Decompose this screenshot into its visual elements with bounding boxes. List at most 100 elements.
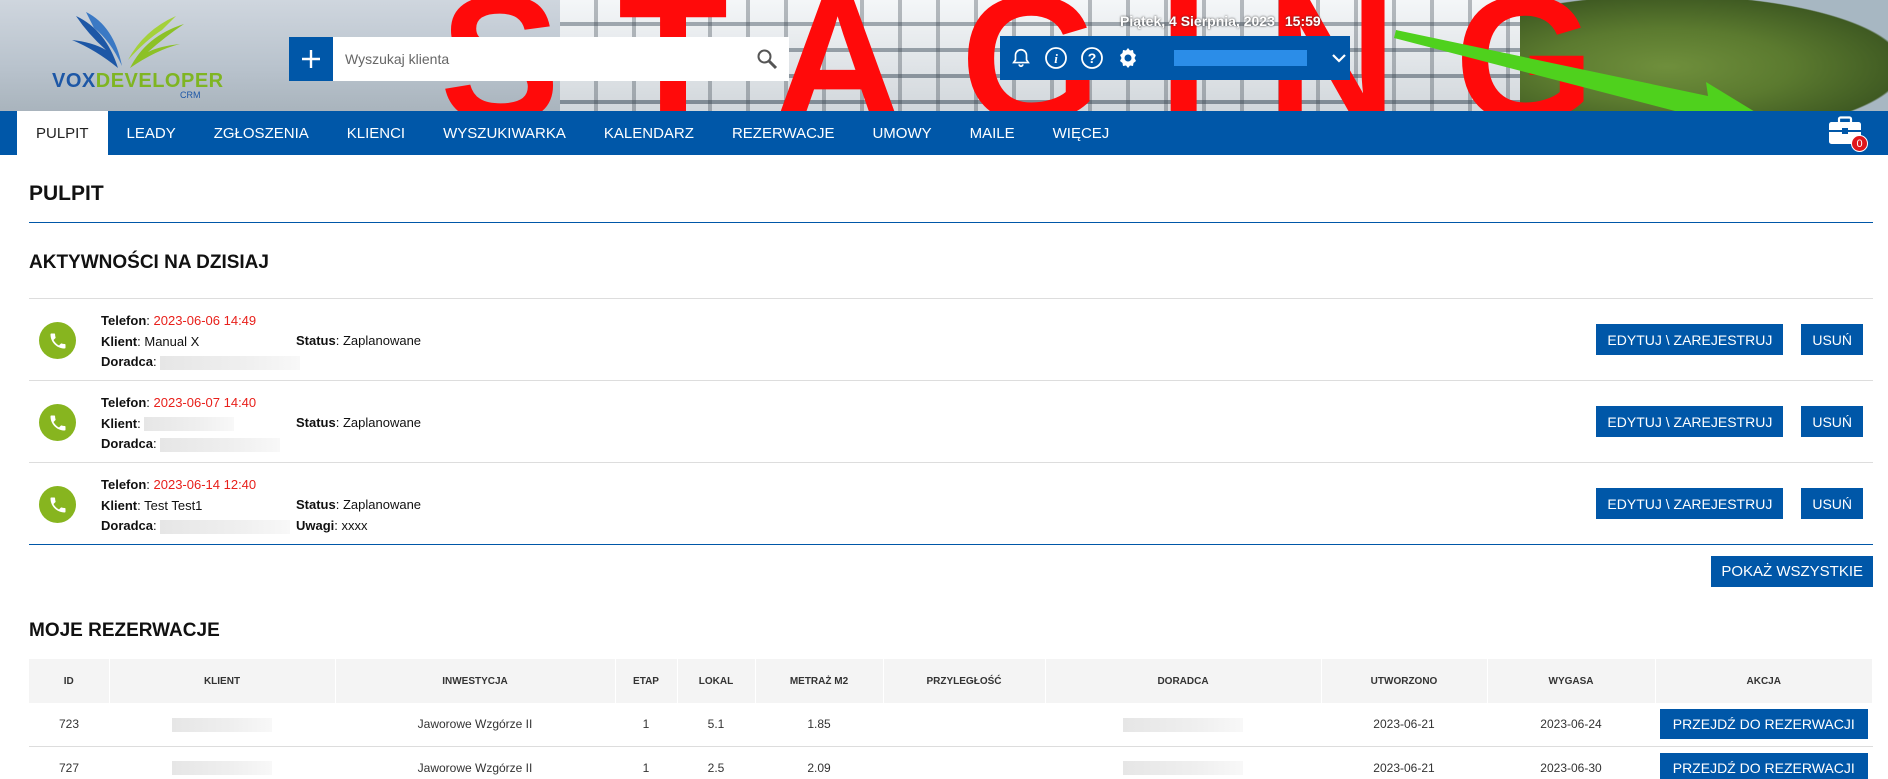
activity-datetime: 2023-06-06 14:49 xyxy=(153,313,257,328)
column-header-id[interactable]: ID xyxy=(29,659,110,703)
client-label: Klient xyxy=(101,497,138,513)
nav-item-wiecej[interactable]: WIĘCEJ xyxy=(1034,111,1129,155)
logo-text-vox: VOX xyxy=(52,70,96,92)
activity-item: Telefon: 2023-06-14 12:40 Klient: Test T… xyxy=(29,463,1873,545)
settings-gear-icon[interactable] xyxy=(1116,46,1140,70)
column-header-expires[interactable]: WYGASA xyxy=(1487,659,1656,703)
nav-item-klienci[interactable]: KLIENCI xyxy=(328,111,424,155)
delete-button[interactable]: USUŃ xyxy=(1801,406,1863,437)
client-label: Klient xyxy=(101,333,138,349)
show-all-button[interactable]: POKAŻ WSZYSTKIE xyxy=(1711,556,1873,587)
column-header-investment[interactable]: INWESTYCJA xyxy=(335,659,616,703)
table-row: 727 Jaworowe Wzgórze II 1 2.5 2.09 2023-… xyxy=(29,746,1873,779)
go-to-reservation-button[interactable]: PRZEJDŹ DO REZERWACJI xyxy=(1659,709,1868,740)
client-label: Klient xyxy=(101,415,138,431)
title-divider xyxy=(29,222,1873,223)
user-name-redacted[interactable] xyxy=(1174,50,1307,66)
advisor-label: Doradca xyxy=(101,518,154,533)
delete-button[interactable]: USUŃ xyxy=(1801,488,1863,519)
search-icon xyxy=(757,49,778,70)
activity-notes: xxxx xyxy=(341,517,368,533)
phone-label: Telefon xyxy=(101,477,147,492)
activity-item: Telefon: 2023-06-07 14:40 Klient: Doradc… xyxy=(29,381,1873,463)
column-header-created[interactable]: UTWORZONO xyxy=(1321,659,1488,703)
page-title: PULPIT xyxy=(29,182,104,205)
activity-client: Test Test1 xyxy=(144,497,203,513)
client-redacted xyxy=(144,417,235,432)
cell-id: 723 xyxy=(29,703,109,747)
main-content: PULPIT AKTYWNOŚCI NA DZISIAJ Telefon: 20… xyxy=(29,155,1873,779)
search-button[interactable] xyxy=(745,37,789,81)
cell-client xyxy=(109,746,335,779)
cell-unit: 5.1 xyxy=(677,703,755,747)
cell-adjacency xyxy=(883,746,1045,779)
current-datetime: Piątek, 4 Sierpnia, 2023 15:59 xyxy=(1120,13,1321,29)
activity-status: Zaplanowane xyxy=(342,415,422,430)
column-header-area[interactable]: METRAŻ M2 xyxy=(755,659,884,703)
delete-button[interactable]: USUŃ xyxy=(1801,324,1863,355)
activities-title: AKTYWNOŚCI NA DZISIAJ xyxy=(29,252,269,273)
header-toolbar: i ? xyxy=(1000,36,1350,80)
nav-item-wyszukiwarka[interactable]: WYSZUKIWARKA xyxy=(424,111,585,155)
advisor-label: Doradca xyxy=(101,354,154,369)
cell-area: 1.85 xyxy=(755,703,883,747)
cell-created: 2023-06-21 xyxy=(1321,703,1487,747)
column-header-unit[interactable]: LOKAL xyxy=(677,659,756,703)
advisor-redacted xyxy=(1123,760,1243,775)
nav-item-maile[interactable]: MAILE xyxy=(951,111,1034,155)
edit-register-button[interactable]: EDYTUJ \ ZAREJESTRUJ xyxy=(1596,488,1784,519)
svg-text:?: ? xyxy=(1088,50,1097,66)
edit-register-button[interactable]: EDYTUJ \ ZAREJESTRUJ xyxy=(1596,324,1784,355)
activity-client: Manual X xyxy=(144,333,200,349)
status-label: Status xyxy=(296,497,336,512)
cell-stage: 1 xyxy=(615,746,677,779)
advisor-redacted xyxy=(160,437,281,452)
advisor-redacted xyxy=(160,355,301,370)
logo-wings-icon xyxy=(72,12,184,68)
cell-expires: 2023-06-30 xyxy=(1487,746,1655,779)
cell-advisor xyxy=(1045,703,1321,747)
chevron-down-icon[interactable] xyxy=(1329,46,1350,70)
activity-datetime: 2023-06-14 12:40 xyxy=(153,477,257,492)
cell-id: 727 xyxy=(29,746,109,779)
briefcase-count-badge: 0 xyxy=(1851,135,1868,152)
nav-item-umowy[interactable]: UMOWY xyxy=(853,111,950,155)
column-header-action: AKCJA xyxy=(1655,659,1873,703)
activity-status: Zaplanowane xyxy=(342,333,422,348)
logo[interactable]: VOXDEVELOPER CRM xyxy=(48,10,223,102)
nav-item-pulpit[interactable]: PULPIT xyxy=(17,111,108,155)
cell-investment: Jaworowe Wzgórze II xyxy=(335,746,615,779)
add-client-button[interactable] xyxy=(289,37,333,81)
nav-item-zgloszenia[interactable]: ZGŁOSZENIA xyxy=(195,111,328,155)
reservations-title: MOJE REZERWACJE xyxy=(29,620,220,641)
cell-action: PRZEJDŹ DO REZERWACJI xyxy=(1655,703,1873,747)
notes-label: Uwagi xyxy=(296,517,335,533)
nav-item-leady[interactable]: LEADY xyxy=(108,111,195,155)
advisor-label: Doradca xyxy=(101,436,154,451)
activities-list: Telefon: 2023-06-06 14:49 Klient: Manual… xyxy=(29,298,1873,545)
cell-stage: 1 xyxy=(615,703,677,747)
edit-register-button[interactable]: EDYTUJ \ ZAREJESTRUJ xyxy=(1596,406,1784,437)
reservations-table: ID KLIENT INWESTYCJA ETAP LOKAL METRAŻ M… xyxy=(29,659,1873,779)
bell-icon[interactable] xyxy=(1010,46,1032,70)
cell-area: 2.09 xyxy=(755,746,883,779)
info-icon[interactable]: i xyxy=(1044,46,1068,70)
status-label: Status xyxy=(296,415,336,430)
client-redacted xyxy=(172,760,272,775)
nav-item-kalendarz[interactable]: KALENDARZ xyxy=(585,111,713,155)
nav-item-rezerwacje[interactable]: REZERWACJE xyxy=(713,111,854,155)
current-time: 15:59 xyxy=(1284,13,1321,29)
briefcase-button[interactable]: 0 xyxy=(1828,116,1868,152)
go-to-reservation-button[interactable]: PRZEJDŹ DO REZERWACJI xyxy=(1659,752,1868,779)
help-icon[interactable]: ? xyxy=(1080,46,1104,70)
column-header-stage[interactable]: ETAP xyxy=(615,659,678,703)
table-row: 723 Jaworowe Wzgórze II 1 5.1 1.85 2023-… xyxy=(29,703,1873,747)
cell-investment: Jaworowe Wzgórze II xyxy=(335,703,615,747)
column-header-advisor[interactable]: DORADCA xyxy=(1045,659,1322,703)
column-header-client[interactable]: KLIENT xyxy=(109,659,336,703)
search-input[interactable] xyxy=(333,37,745,81)
phone-label: Telefon xyxy=(101,395,147,410)
column-header-adjacency[interactable]: PRZYLEGŁOŚĆ xyxy=(883,659,1046,703)
table-header-row: ID KLIENT INWESTYCJA ETAP LOKAL METRAŻ M… xyxy=(29,659,1873,703)
phone-icon xyxy=(39,322,76,359)
